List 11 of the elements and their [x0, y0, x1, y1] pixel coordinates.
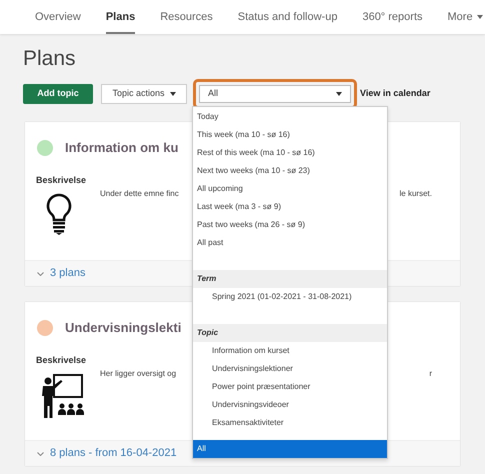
description-text: r	[429, 368, 432, 380]
topic-title: Undervisningslekti	[65, 319, 182, 337]
topic-title: Information om ku	[65, 139, 178, 157]
description-text: le kurset.	[400, 188, 432, 200]
description-text: Her ligger oversigt og	[100, 368, 176, 380]
description-label: Beskrivelse	[36, 354, 86, 366]
page-title: Plans	[23, 48, 77, 69]
description-text: Under dette emne finc	[100, 188, 179, 200]
group-header: Term	[193, 270, 387, 288]
group-header: Topic	[193, 324, 387, 342]
description-label: Beskrivelse	[36, 174, 86, 186]
